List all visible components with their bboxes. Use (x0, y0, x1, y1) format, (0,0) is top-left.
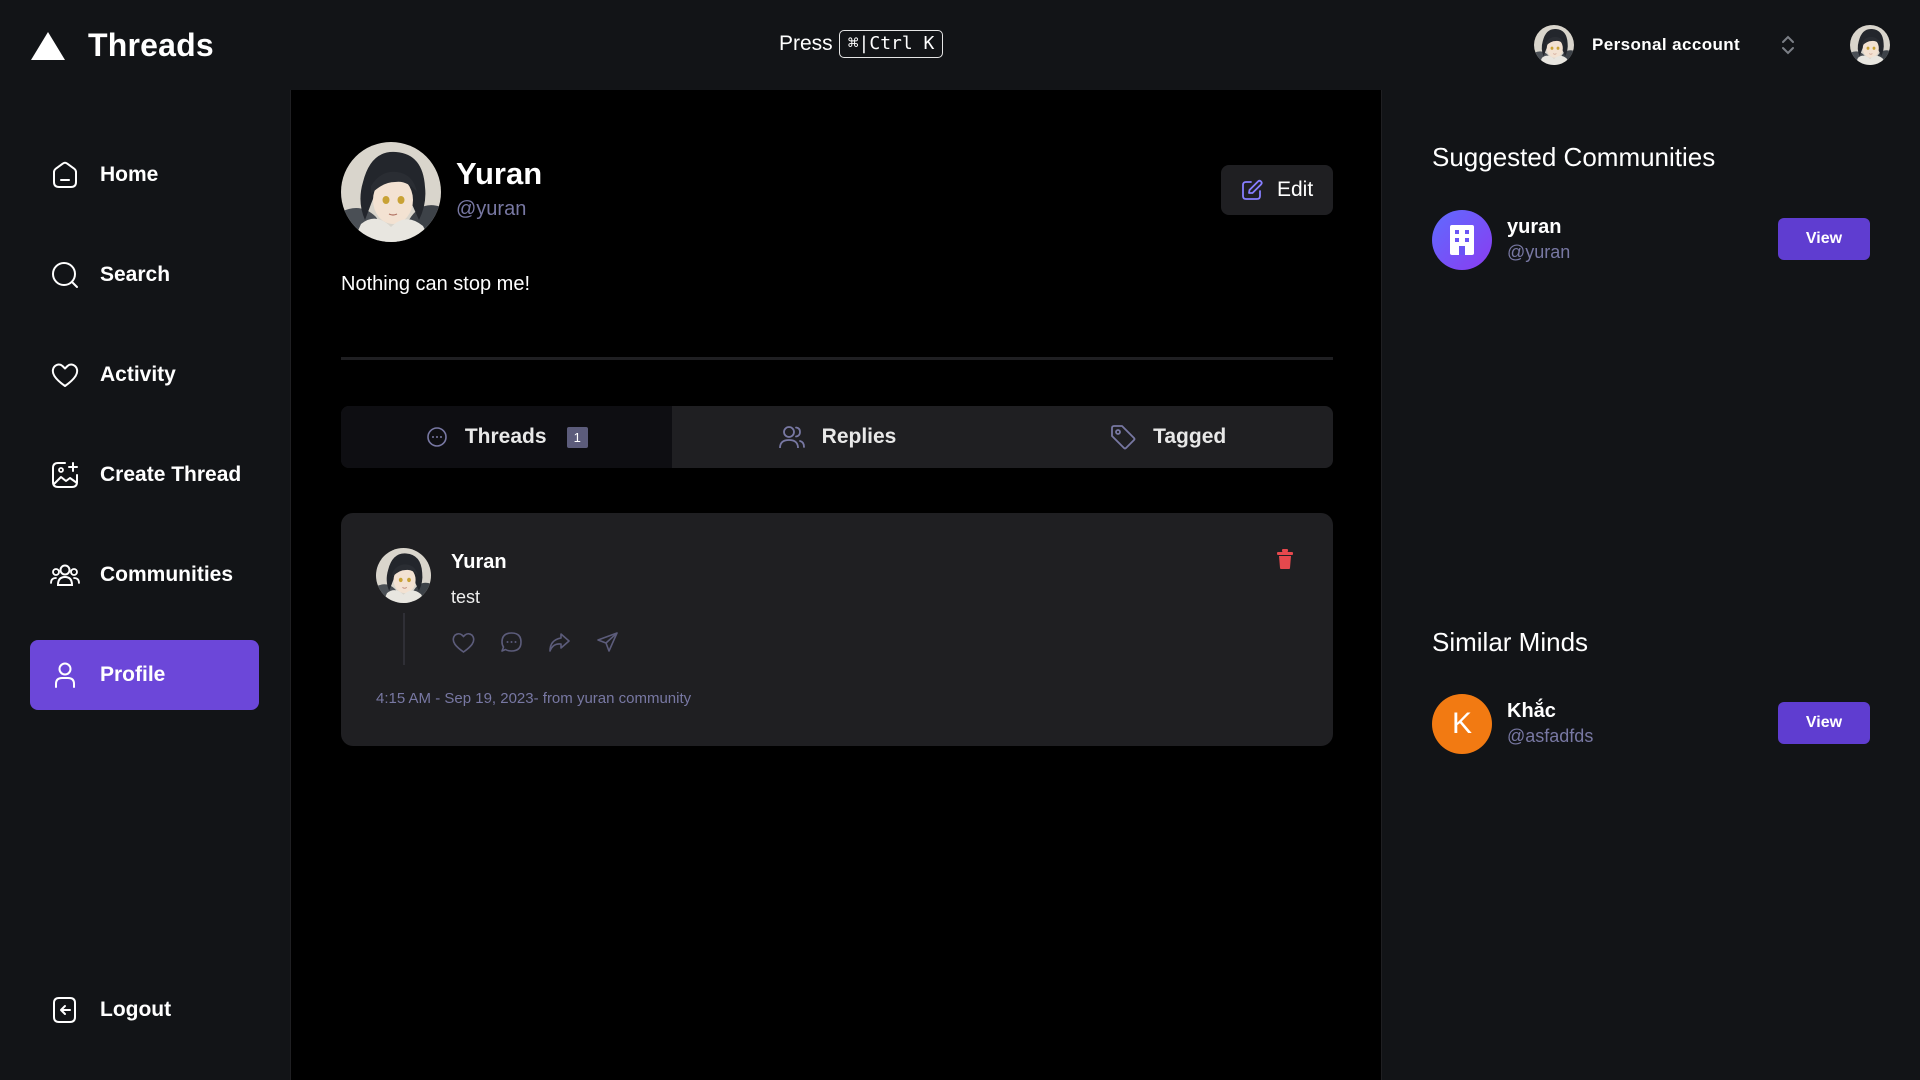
account-switcher[interactable]: Personal account (1534, 25, 1796, 65)
sidebar-item-label: Profile (100, 663, 166, 686)
logo[interactable]: Threads (30, 27, 214, 64)
thread-text: test (451, 587, 481, 607)
thread-count-badge: 1 (566, 426, 588, 448)
logout-icon (50, 995, 80, 1025)
sidebar-item-label: Create Thread (100, 463, 242, 486)
thread-meta[interactable]: 4:15 AM - Sep 19, 2023- from yuran commu… (376, 690, 691, 707)
sidebar-item-home[interactable]: Home (30, 140, 259, 210)
search-icon (50, 260, 80, 290)
logo-triangle-icon (30, 31, 66, 61)
edit-profile-button[interactable]: Edit (1221, 165, 1333, 215)
community-name: yuran (1507, 216, 1562, 238)
share-icon[interactable] (595, 630, 620, 655)
left-sidebar: Home Search Activity Create Thread Commu… (0, 90, 290, 1080)
logout-button[interactable]: Logout (30, 975, 259, 1045)
tag-icon (1109, 423, 1137, 451)
profile-name: Yuran (456, 156, 543, 191)
tab-threads[interactable]: Threads 1 (341, 406, 672, 468)
user-avatar[interactable]: K (1432, 694, 1492, 754)
account-label: Personal account (1592, 35, 1741, 54)
communities-icon (50, 560, 80, 590)
building-icon (1447, 223, 1477, 257)
thread-actions (451, 630, 620, 655)
thread-line (403, 613, 405, 665)
app-name: Threads (88, 27, 214, 63)
view-community-button[interactable]: View (1778, 218, 1870, 260)
top-bar: Threads Press ⌘|Ctrl K Personal account (0, 0, 1920, 90)
account-avatar (1534, 25, 1574, 65)
command-palette-hint: Press ⌘|Ctrl K (779, 30, 944, 58)
create-image-icon (50, 460, 80, 490)
tab-label: Tagged (1153, 425, 1227, 448)
sidebar-item-label: Communities (100, 563, 234, 586)
tab-label: Threads (464, 425, 547, 448)
sidebar-item-label: Search (100, 263, 171, 286)
press-label: Press (779, 32, 833, 55)
thread-author[interactable]: Yuran (451, 551, 507, 574)
user-name: Khắc (1507, 700, 1556, 722)
chat-bubble-icon (425, 425, 449, 449)
reply-icon[interactable] (499, 630, 524, 655)
sidebar-item-communities[interactable]: Communities (30, 540, 259, 610)
sidebar-item-create-thread[interactable]: Create Thread (30, 440, 259, 510)
chevron-up-down-icon (1780, 33, 1796, 57)
community-avatar[interactable] (1432, 210, 1492, 270)
sidebar-item-profile[interactable]: Profile (30, 640, 259, 710)
sidebar-item-label: Activity (100, 363, 176, 386)
user-row: K Khắc @asfadfds View (1432, 694, 1870, 754)
community-handle: @yuran (1507, 242, 1571, 262)
tab-label: Replies (821, 425, 897, 448)
user-avatar-button[interactable] (1850, 25, 1890, 65)
user-handle: @asfadfds (1507, 726, 1594, 746)
heart-icon (50, 360, 80, 390)
home-icon (50, 160, 80, 190)
community-row: yuran @yuran View (1432, 210, 1870, 270)
profile-handle: @yuran (456, 198, 527, 220)
sidebar-item-activity[interactable]: Activity (30, 340, 259, 410)
sidebar-item-search[interactable]: Search (30, 240, 259, 310)
thread-card: Yuran test 4:15 AM - Sep 19, 2023- from … (341, 513, 1333, 746)
profile-bio: Nothing can stop me! (341, 273, 530, 295)
thread-author-avatar[interactable] (376, 548, 431, 603)
profile-avatar (341, 142, 441, 242)
sidebar-item-label: Home (100, 163, 159, 186)
profile-tabs: Threads 1 Replies Tagged (341, 406, 1333, 468)
user-icon (50, 660, 80, 690)
logout-label: Logout (100, 998, 172, 1021)
heart-icon[interactable] (451, 630, 476, 655)
tab-replies[interactable]: Replies (672, 406, 1003, 468)
similar-minds-heading: Similar Minds (1432, 627, 1589, 657)
shortcut-key: ⌘|Ctrl K (838, 30, 944, 58)
delete-icon[interactable] (1276, 548, 1294, 570)
repost-icon[interactable] (547, 630, 572, 655)
profile-main: Yuran @yuran Edit Nothing can stop me! T… (290, 90, 1382, 1080)
edit-icon (1241, 179, 1263, 201)
suggested-communities-heading: Suggested Communities (1432, 142, 1716, 172)
divider (341, 357, 1333, 360)
view-user-button[interactable]: View (1778, 702, 1870, 744)
tab-tagged[interactable]: Tagged (1002, 406, 1333, 468)
edit-label: Edit (1277, 178, 1314, 201)
right-sidebar: Suggested Communities yuran @yuran View … (1382, 90, 1920, 1080)
members-icon (778, 423, 806, 451)
